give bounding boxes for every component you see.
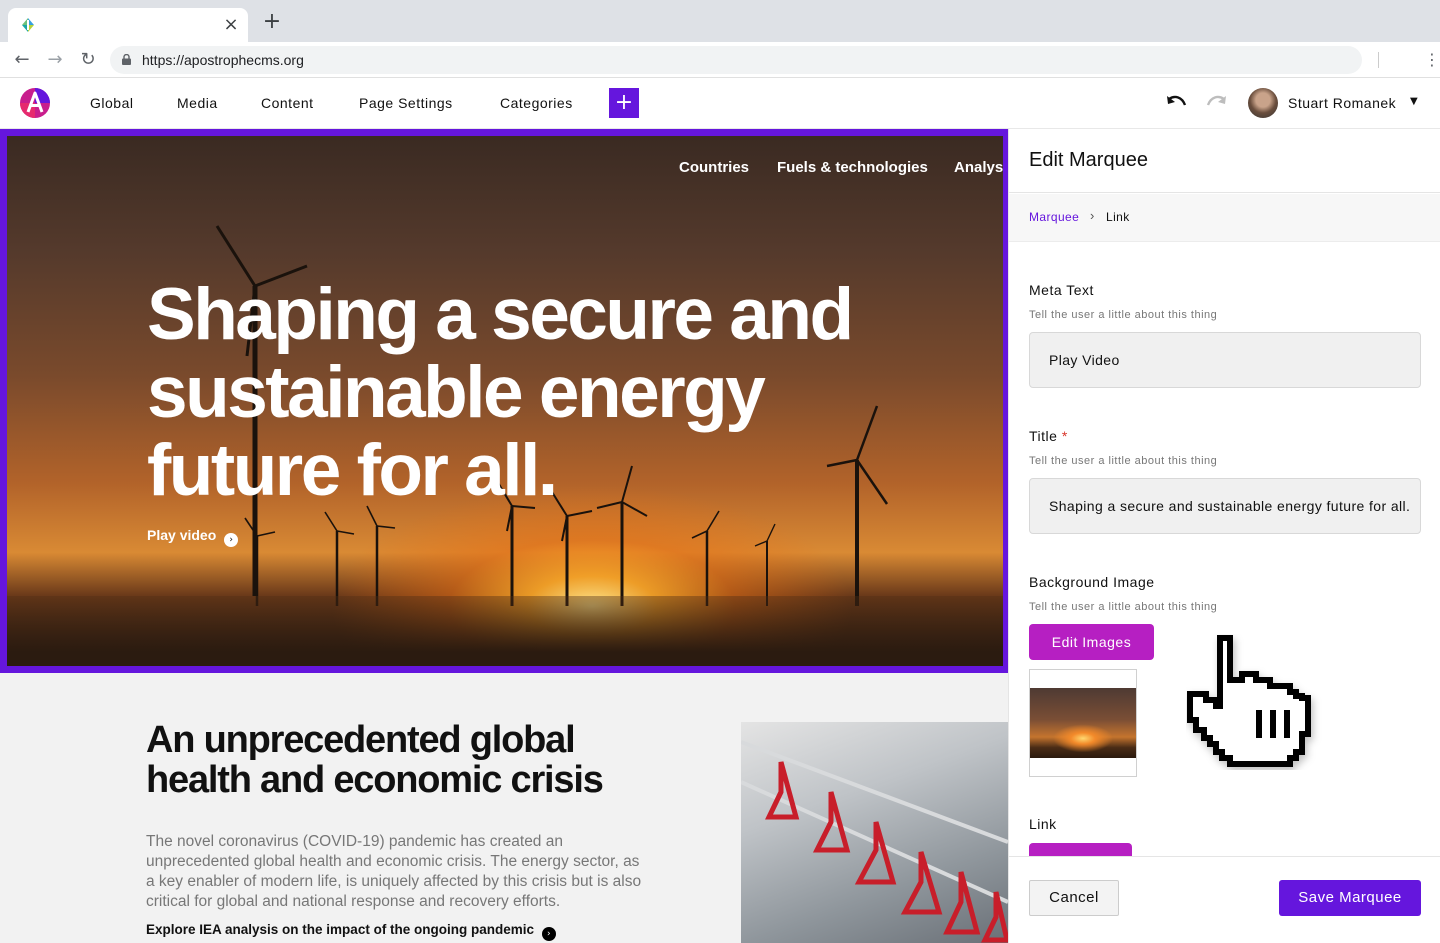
hero-nav-fuels[interactable]: Fuels & technologies (777, 159, 928, 176)
address-bar[interactable]: https://apostrophecms.org (110, 46, 1362, 74)
title-input[interactable]: Shaping a secure and sustainable energy … (1029, 478, 1421, 534)
thumbnail-image (1030, 688, 1136, 758)
title-label: Title * (1029, 428, 1068, 444)
play-video-link[interactable]: Play video › (147, 527, 239, 547)
avatar[interactable] (1248, 88, 1278, 118)
train-handles-graphic (741, 740, 1008, 943)
panel-footer: Cancel Save Marquee (1009, 856, 1440, 943)
hero-nav-countries[interactable]: Countries (679, 159, 749, 176)
undo-icon[interactable] (1164, 92, 1188, 114)
new-tab-icon[interactable]: + (262, 11, 282, 33)
title-label-text: Title (1029, 428, 1058, 444)
redo-icon[interactable] (1205, 92, 1229, 114)
breadcrumb-marquee[interactable]: Marquee (1029, 210, 1079, 224)
play-video-label: Play video (147, 527, 217, 543)
marquee-widget[interactable]: Countries Fuels & technologies Analysi s … (0, 129, 1008, 673)
background-image-help: Tell the user a little about this thing (1029, 601, 1218, 613)
edit-images-button[interactable]: Edit Images (1029, 624, 1154, 660)
browser-toolbar: ← → ↻ https://apostrophecms.org ⋮ (0, 42, 1440, 78)
edit-marquee-panel: Edit Marquee Marquee › Link Meta Text Te… (1008, 129, 1440, 943)
apostrophe-logo-icon[interactable] (19, 87, 51, 119)
admin-page-settings[interactable]: Page Settings (359, 95, 453, 111)
save-marquee-button[interactable]: Save Marquee (1279, 880, 1421, 916)
hero-field-foreground (7, 596, 1003, 666)
chevron-down-icon[interactable]: ▼ (1410, 96, 1418, 107)
browser-tabstrip: × + (0, 0, 1440, 42)
admin-media[interactable]: Media (177, 95, 218, 111)
chevron-right-icon: › (1090, 208, 1095, 223)
link-button-clip: Edit Link (1009, 841, 1440, 856)
meta-text-input[interactable]: Play Video (1029, 332, 1421, 388)
link-label: Link (1029, 816, 1057, 832)
edit-link-button[interactable]: Edit Link (1029, 843, 1132, 856)
add-button[interactable]: + (609, 88, 639, 118)
back-icon[interactable]: ← (12, 50, 32, 70)
cancel-button[interactable]: Cancel (1029, 880, 1119, 916)
breadcrumb: Marquee › Link (1009, 194, 1440, 242)
breadcrumb-link: Link (1106, 210, 1130, 224)
train-interior-image (741, 722, 1008, 943)
background-image-thumbnail[interactable] (1029, 669, 1137, 777)
toolbar-divider (1378, 52, 1379, 68)
browser-menu-icon[interactable]: ⋮ (1424, 50, 1440, 70)
required-mark: * (1061, 428, 1068, 444)
arrow-circle-icon: › (541, 927, 556, 941)
admin-global[interactable]: Global (90, 95, 133, 111)
panel-header: Edit Marquee (1009, 129, 1440, 193)
meta-text-help: Tell the user a little about this thing (1029, 309, 1218, 321)
reload-icon[interactable]: ↻ (78, 50, 98, 70)
admin-content[interactable]: Content (261, 95, 314, 111)
user-name[interactable]: Stuart Romanek (1288, 95, 1396, 111)
meta-text-label: Meta Text (1029, 282, 1094, 298)
tab-close-icon[interactable]: × (222, 16, 240, 34)
hero-nav-analysis[interactable]: Analysis (954, 159, 1003, 176)
hand-pointer-icon (1187, 635, 1311, 767)
lock-icon (122, 54, 131, 65)
browser-tab[interactable]: × (8, 8, 248, 42)
hero-title: Shaping a secure and sustainable energy … (147, 274, 854, 511)
background-image-label: Background Image (1029, 574, 1155, 590)
panel-title: Edit Marquee (1029, 149, 1148, 171)
play-circle-icon: › (224, 533, 239, 547)
admin-categories[interactable]: Categories (500, 95, 573, 111)
apostrophe-favicon-icon (22, 18, 34, 32)
forward-icon[interactable]: → (45, 50, 65, 70)
url-text: https://apostrophecms.org (142, 52, 304, 68)
section-link-label: Explore IEA analysis on the impact of th… (146, 922, 535, 937)
section-link[interactable]: Explore IEA analysis on the impact of th… (146, 922, 556, 941)
admin-bar: Global Media Content Page Settings Categ… (0, 78, 1440, 129)
section-title: An unprecedented global health and econo… (146, 719, 604, 801)
section-body: The novel coronavirus (COVID-19) pandemi… (146, 833, 642, 910)
title-help: Tell the user a little about this thing (1029, 455, 1218, 467)
